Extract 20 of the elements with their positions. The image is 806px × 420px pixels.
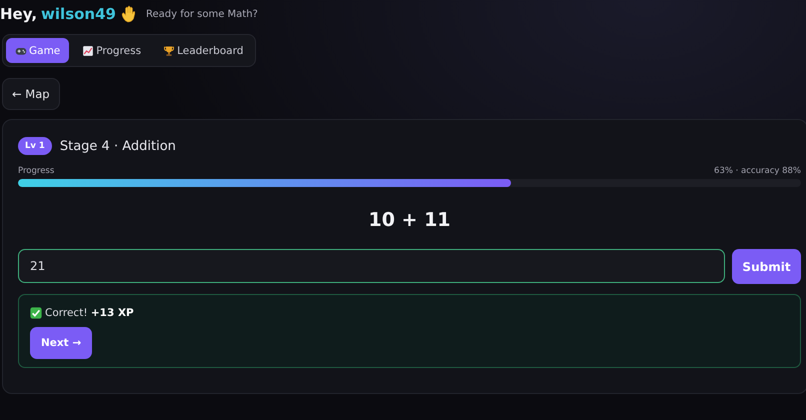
tab[interactable]: Leaderboard xyxy=(154,38,252,63)
username: wilson49 xyxy=(41,5,116,23)
math-question: 10 + 11 xyxy=(367,209,452,231)
tab[interactable]: Game xyxy=(6,38,70,63)
stage-title: Stage 4 · Addition xyxy=(60,138,176,154)
answer-field[interactable]: 21 xyxy=(18,249,725,283)
trophy-icon xyxy=(163,44,176,56)
submit-button[interactable]: Submit xyxy=(732,249,801,284)
tab[interactable]: Progress xyxy=(73,38,150,63)
level-badge: Lv 1 xyxy=(18,137,52,155)
progress-label: Progress xyxy=(18,166,54,176)
subtitle: Ready for some Math? xyxy=(146,8,258,20)
progress-stats: 63% · accuracy 88% xyxy=(714,166,801,176)
back-button[interactable]: ← Map xyxy=(2,78,60,110)
waving-hand-icon xyxy=(120,5,138,23)
greeting: Hey, xyxy=(0,5,38,23)
feedback-message: Correct! +13 XP xyxy=(45,307,134,319)
check-icon xyxy=(30,307,42,319)
chart-icon xyxy=(82,44,94,56)
next-button[interactable]: Next → xyxy=(30,327,92,359)
